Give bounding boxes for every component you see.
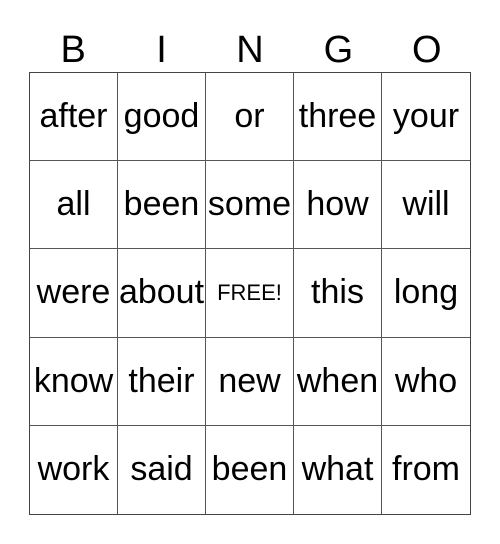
cell-word: when: [296, 361, 379, 400]
bingo-cell[interactable]: work: [30, 425, 118, 514]
cell-word: or: [234, 97, 265, 136]
cell-word: FREE!: [217, 279, 282, 305]
bingo-cell[interactable]: when: [294, 337, 382, 426]
header-letter-g: G: [323, 29, 354, 71]
cell-word: this: [311, 273, 364, 312]
bingo-cell[interactable]: your: [382, 73, 470, 162]
bingo-cell[interactable]: after: [30, 73, 118, 162]
free-space-cell[interactable]: FREE!: [206, 249, 294, 338]
header-letter-i: I: [156, 29, 167, 71]
cell-word: work: [37, 450, 110, 489]
bingo-cell[interactable]: been: [118, 161, 206, 250]
bingo-cell[interactable]: been: [206, 425, 294, 514]
cell-word: said: [130, 450, 193, 489]
cell-word: about: [118, 273, 205, 312]
cell-word: good: [123, 97, 200, 136]
bingo-cell[interactable]: about: [118, 249, 206, 338]
cell-word: been: [211, 450, 288, 489]
bingo-cell[interactable]: their: [118, 337, 206, 426]
cell-word: their: [128, 361, 195, 400]
cell-word: three: [298, 97, 377, 136]
cell-word: who: [394, 361, 458, 400]
bingo-cell[interactable]: will: [382, 161, 470, 250]
bingo-cell[interactable]: all: [30, 161, 118, 250]
cell-word: what: [301, 450, 374, 489]
cell-word: how: [306, 185, 369, 224]
bingo-cell[interactable]: said: [118, 425, 206, 514]
bingo-cell[interactable]: how: [294, 161, 382, 250]
cell-word: all: [56, 185, 91, 224]
bingo-cell[interactable]: some: [206, 161, 294, 250]
bingo-cell[interactable]: new: [206, 337, 294, 426]
cell-word: some: [207, 185, 292, 224]
bingo-cell[interactable]: from: [382, 426, 470, 514]
bingo-grid: after good or three your all been some how will we…: [29, 72, 471, 515]
bingo-cell[interactable]: know: [30, 337, 118, 426]
bingo-cell[interactable]: or: [206, 73, 294, 162]
bingo-cell[interactable]: this: [294, 249, 382, 338]
header-letter-b: B: [60, 29, 86, 71]
cell-word: long: [393, 273, 459, 312]
bingo-cell[interactable]: long: [382, 249, 470, 338]
cell-word: your: [392, 97, 460, 136]
bingo-cell[interactable]: were: [30, 249, 118, 338]
cell-word: from: [392, 450, 460, 489]
bingo-cell[interactable]: three: [294, 73, 382, 162]
bingo-cell[interactable]: who: [382, 338, 470, 426]
cell-word: been: [123, 185, 200, 224]
bingo-cell[interactable]: good: [118, 73, 206, 162]
cell-word: new: [218, 361, 281, 400]
bingo-cell[interactable]: what: [294, 425, 382, 514]
header-letter-o: O: [411, 29, 442, 71]
cell-word: were: [36, 273, 111, 312]
cell-word: know: [33, 361, 114, 400]
bingo-header: B I N G O: [29, 28, 471, 72]
cell-word: will: [402, 185, 450, 224]
cell-word: after: [39, 97, 108, 136]
header-letter-n: N: [236, 29, 264, 71]
